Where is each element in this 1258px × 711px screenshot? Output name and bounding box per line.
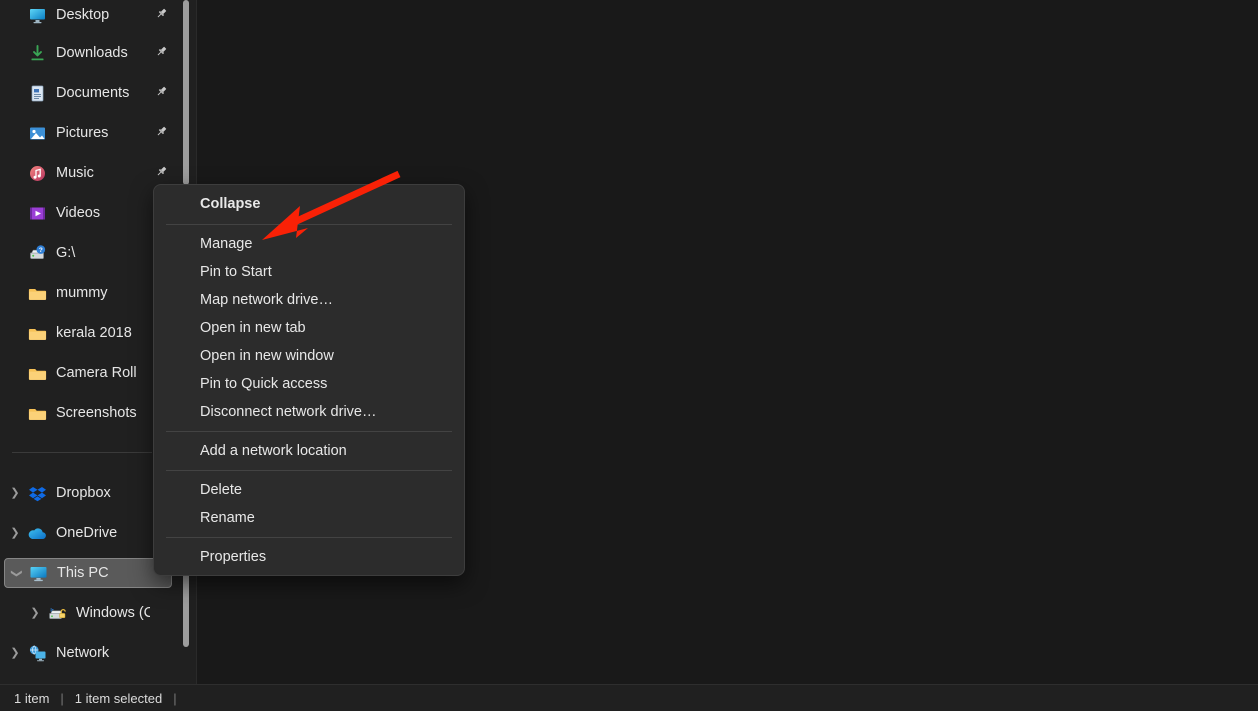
sidebar-item-label: kerala 2018 [56, 325, 150, 341]
pin-icon[interactable] [150, 125, 172, 141]
menu-separator [166, 431, 452, 432]
chevron-right-icon: ❯ [4, 168, 26, 179]
menu-item-collapse[interactable]: Collapse [154, 189, 464, 219]
chevron-right-icon: ❯ [4, 88, 26, 99]
status-divider-2: | [162, 691, 187, 706]
chevron-right-icon[interactable]: ❯ [4, 528, 26, 539]
menu-item-open-in-new-window[interactable]: Open in new window [154, 342, 464, 370]
chevron-right-icon: ❯ [4, 48, 26, 59]
status-selection: 1 item selected [75, 691, 162, 706]
sidebar-item-label: Desktop [56, 7, 150, 23]
menu-item-disconnect-network-drive[interactable]: Disconnect network drive… [154, 398, 464, 426]
folder-icon [26, 403, 50, 423]
sidebar-item-screenshots[interactable]: ❯ Screenshots [4, 398, 172, 428]
chevron-down-icon[interactable]: ❯ [11, 562, 22, 584]
menu-separator [166, 537, 452, 538]
documents-icon [26, 83, 50, 103]
sidebar-item-label: This PC [57, 565, 149, 581]
chevron-right-icon: ❯ [4, 288, 26, 299]
menu-item-rename[interactable]: Rename [154, 504, 464, 532]
chevron-right-icon: ❯ [4, 248, 26, 259]
sidebar-item-camera-roll[interactable]: ❯ Camera Roll [4, 358, 172, 388]
chevron-right-icon[interactable]: ❯ [4, 648, 26, 659]
menu-separator [166, 470, 452, 471]
chevron-right-icon: ❯ [4, 408, 26, 419]
onedrive-icon [26, 523, 50, 543]
status-divider-1: | [49, 691, 74, 706]
pin-icon[interactable] [150, 165, 172, 181]
chevron-right-icon[interactable]: ❯ [4, 488, 26, 499]
sidebar-item-label: Music [56, 165, 150, 181]
sidebar-item-label: Pictures [56, 125, 150, 141]
sidebar-item-this-pc[interactable]: ❯ This PC [4, 558, 172, 588]
this-pc-icon [27, 563, 51, 583]
sidebar-item-label: Screenshots [56, 405, 150, 421]
status-bar: 1 item | 1 item selected | [0, 684, 1258, 711]
context-menu[interactable]: Collapse ManagePin to StartMap network dr… [153, 184, 465, 576]
menu-item-pin-to-quick-access[interactable]: Pin to Quick access [154, 370, 464, 398]
pin-icon[interactable] [150, 85, 172, 101]
folder-icon [26, 363, 50, 383]
chevron-right-icon: ❯ [4, 328, 26, 339]
hard-drive-icon [46, 603, 70, 623]
sidebar-item-documents[interactable]: ❯ Documents [4, 78, 172, 108]
chevron-right-icon: ❯ [4, 368, 26, 379]
menu-item-pin-to-start[interactable]: Pin to Start [154, 258, 464, 286]
desktop-icon [26, 5, 50, 25]
sidebar-item-downloads[interactable]: ❯ Downloads [4, 38, 172, 68]
status-item-count: 1 item [0, 691, 49, 706]
pictures-icon [26, 123, 50, 143]
navigation-scrollbar-thumb[interactable] [183, 0, 189, 185]
sidebar-item-label: Documents [56, 85, 150, 101]
sidebar-item-label: Network [56, 645, 150, 661]
chevron-right-icon: ❯ [4, 10, 26, 21]
navigation-scrollbar-thumb-lower[interactable] [183, 567, 189, 647]
sidebar-item-kerala-2018[interactable]: ❯ kerala 2018 [4, 318, 172, 348]
network-drive-icon: ? [26, 243, 50, 263]
videos-icon [26, 203, 50, 223]
sidebar-item-pictures[interactable]: ❯ Pictures [4, 118, 172, 148]
sidebar-item-desktop[interactable]: ❯ Desktop [4, 0, 172, 30]
sidebar-item-onedrive[interactable]: ❯ OneDrive [4, 518, 172, 548]
sidebar-item-label: Dropbox [56, 485, 150, 501]
sidebar-item-label: mummy [56, 285, 150, 301]
sidebar-item-label: Camera Roll [56, 365, 150, 381]
sidebar-item-label: Videos [56, 205, 150, 221]
sidebar-item-videos[interactable]: ❯ Videos [4, 198, 172, 228]
sidebar-item-label: G:\ [56, 245, 150, 261]
menu-item-properties[interactable]: Properties [154, 543, 464, 571]
svg-text:?: ? [39, 247, 43, 254]
downloads-icon [26, 43, 50, 63]
sidebar-item-network[interactable]: ❯ Network [4, 638, 172, 668]
sidebar-item-label: Windows (C:) [76, 605, 150, 621]
folder-icon [26, 323, 50, 343]
menu-item-map-network-drive[interactable]: Map network drive… [154, 286, 464, 314]
menu-item-manage[interactable]: Manage [154, 230, 464, 258]
nav-separator [12, 452, 152, 453]
pin-icon[interactable] [150, 45, 172, 61]
sidebar-item-music[interactable]: ❯ Music [4, 158, 172, 188]
sidebar-item-mummy[interactable]: ❯ mummy [4, 278, 172, 308]
folder-icon [26, 283, 50, 303]
dropbox-icon [26, 483, 50, 503]
menu-item-add-a-network-location[interactable]: Add a network location [154, 437, 464, 465]
sidebar-item-windows-c[interactable]: ❯ Windows (C:) [24, 598, 172, 628]
sidebar-item-g[interactable]: ❯? G:\ [4, 238, 172, 268]
network-icon [26, 643, 50, 663]
file-explorer-window: ❯ Desktop ❯ Downloads ❯ Documents ❯ Pictures ❯ Mu… [0, 0, 1258, 711]
menu-item-delete[interactable]: Delete [154, 476, 464, 504]
menu-item-open-in-new-tab[interactable]: Open in new tab [154, 314, 464, 342]
music-icon [26, 163, 50, 183]
chevron-right-icon[interactable]: ❯ [24, 608, 46, 619]
chevron-right-icon: ❯ [4, 128, 26, 139]
sidebar-item-dropbox[interactable]: ❯ Dropbox [4, 478, 172, 508]
menu-separator [166, 224, 452, 225]
sidebar-item-label: Downloads [56, 45, 150, 61]
pin-icon[interactable] [150, 7, 172, 23]
chevron-right-icon: ❯ [4, 208, 26, 219]
sidebar-item-label: OneDrive [56, 525, 150, 541]
